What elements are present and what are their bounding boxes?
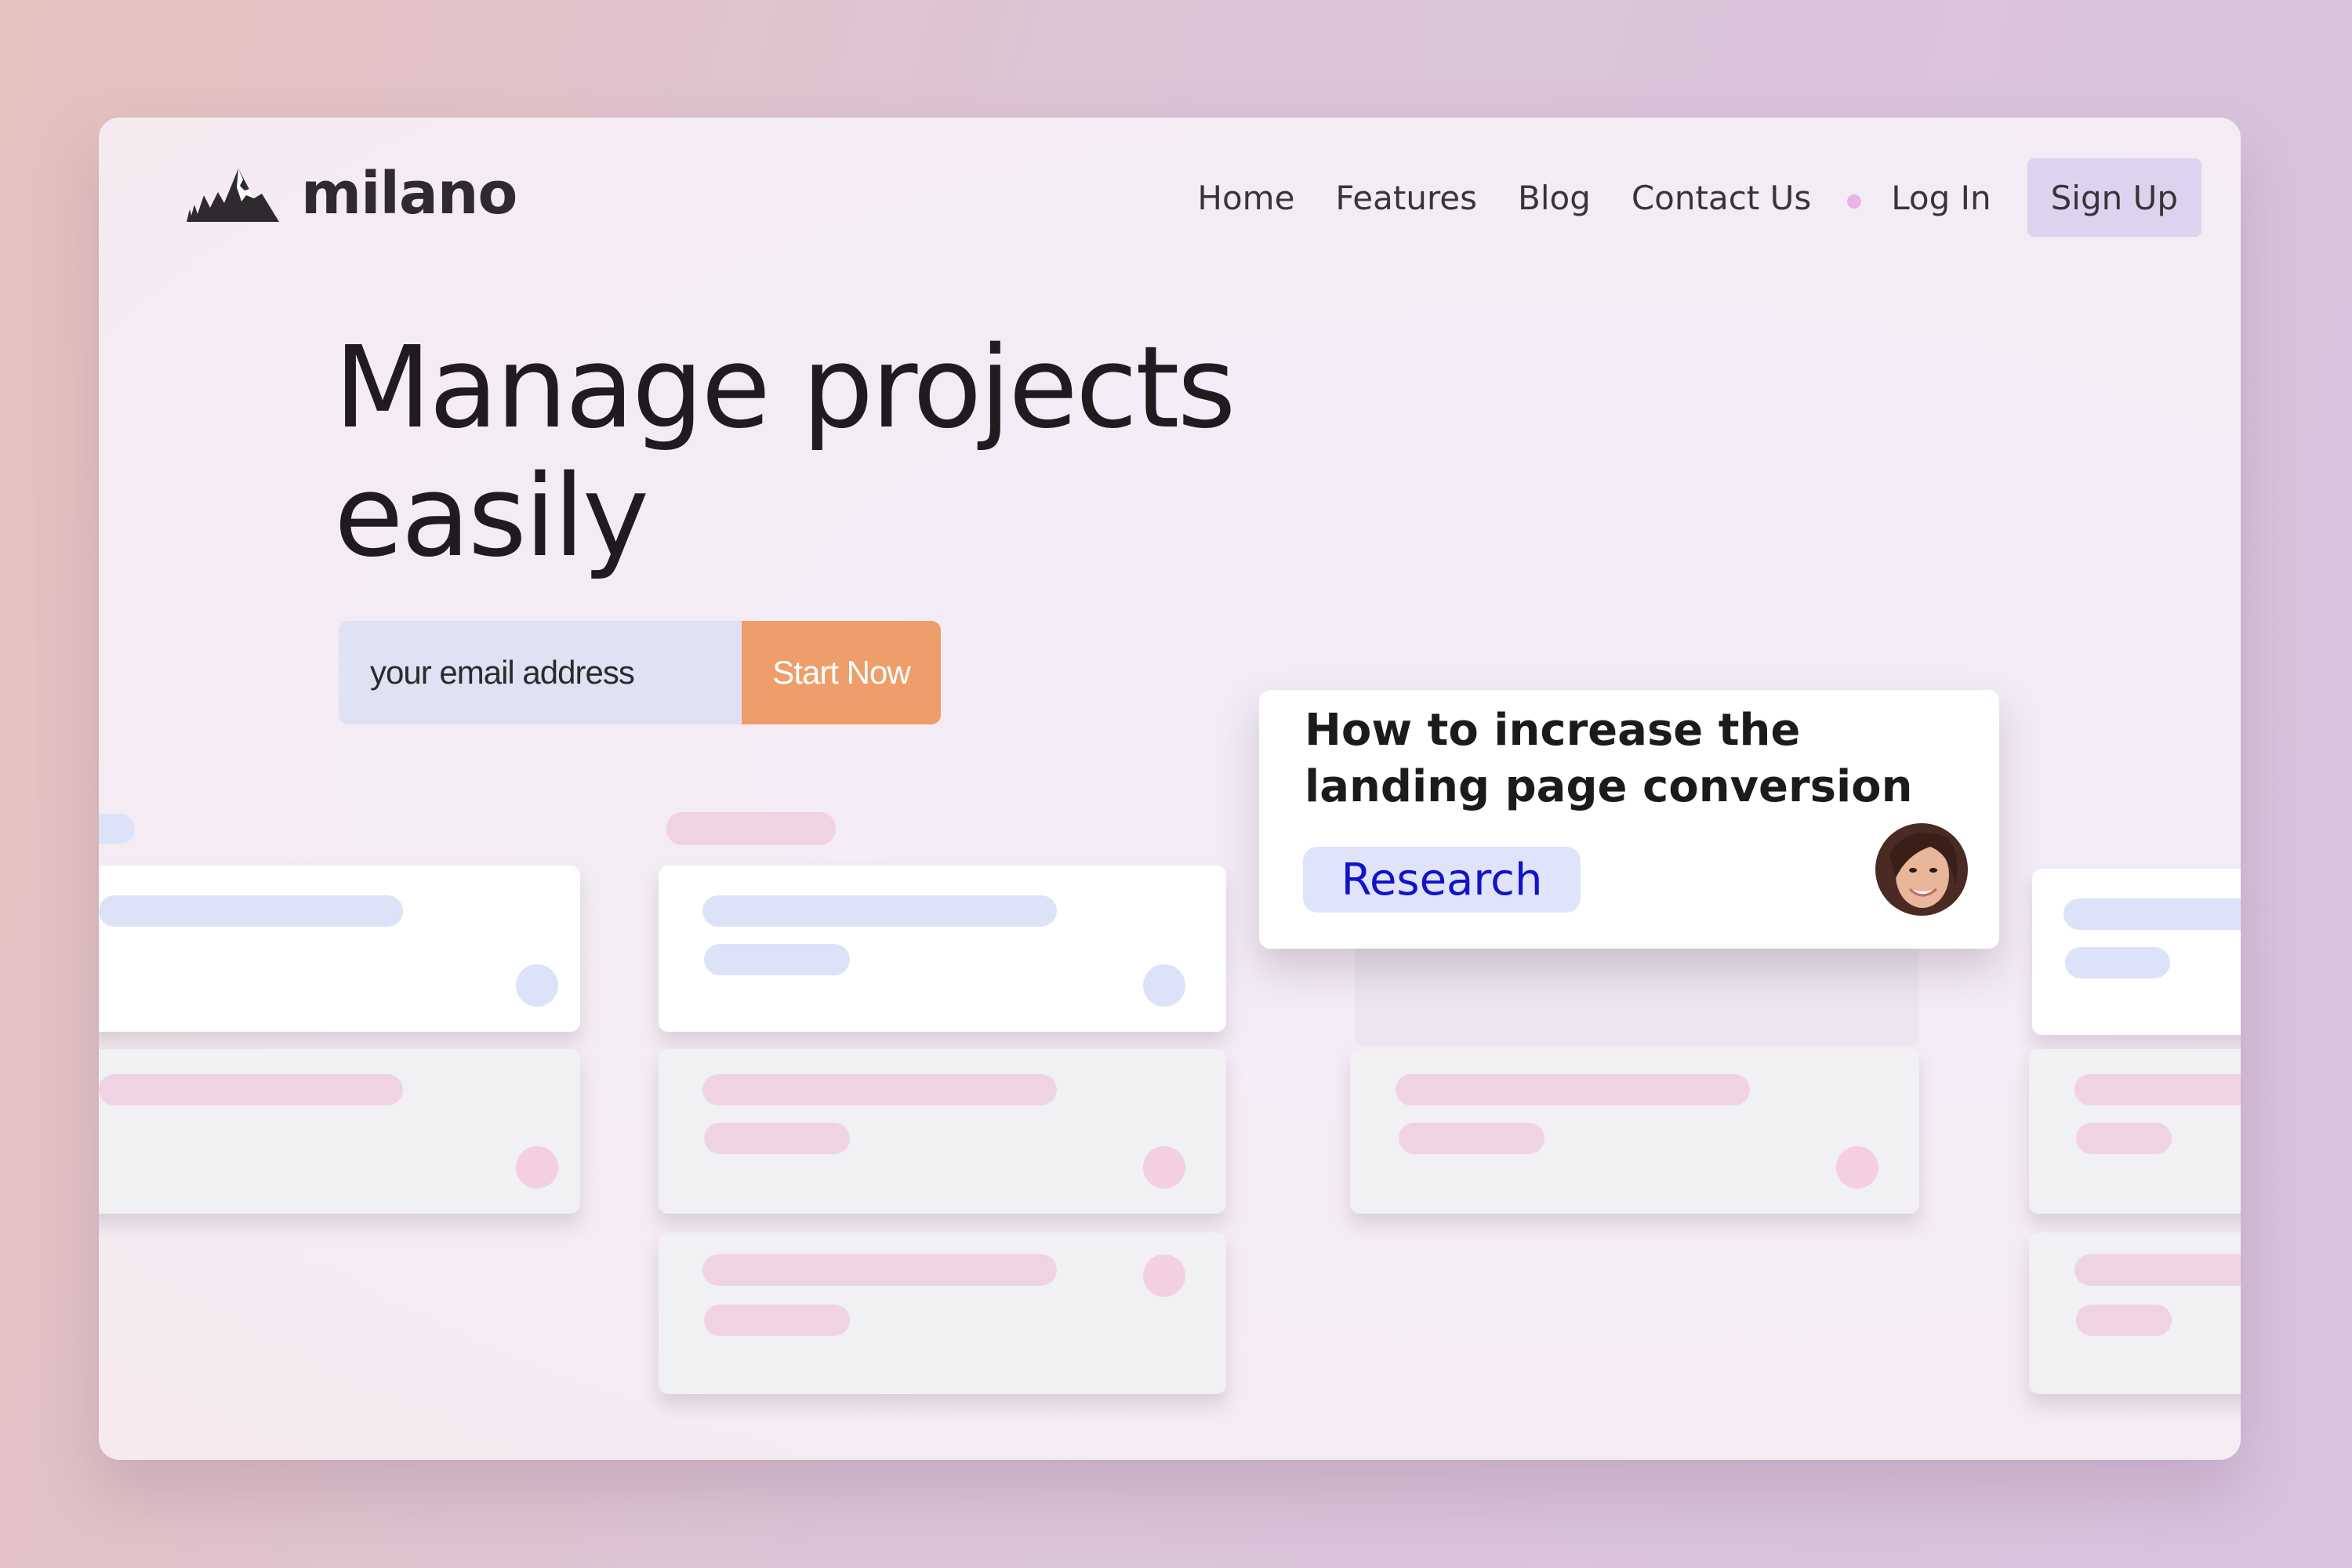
drag-placeholder-slot <box>1355 933 1919 1046</box>
main-navigation: Home Features Blog Contact Us Log In Sig… <box>1197 158 2201 237</box>
nav-features-link[interactable]: Features <box>1335 179 1477 217</box>
card-title-placeholder <box>2074 1254 2241 1286</box>
nav-contact-link[interactable]: Contact Us <box>1632 179 1811 217</box>
card-title-placeholder <box>1396 1074 1750 1105</box>
login-link[interactable]: Log In <box>1891 179 1991 217</box>
card-avatar-placeholder <box>1143 964 1185 1007</box>
nav-blog-link[interactable]: Blog <box>1518 179 1591 217</box>
browser-window: milano Home Features Blog Contact Us Log… <box>99 118 2241 1460</box>
card-subtitle-placeholder <box>704 1123 850 1154</box>
card-subtitle-placeholder <box>704 944 850 975</box>
card-avatar-placeholder <box>516 964 558 1007</box>
card-subtitle-placeholder <box>2065 947 2170 978</box>
card-title-placeholder <box>99 1074 403 1105</box>
brand-name: milano <box>301 160 517 227</box>
kanban-card[interactable] <box>1350 1049 1919 1214</box>
mountain-logo-icon <box>187 169 279 222</box>
kanban-card[interactable] <box>659 866 1226 1032</box>
kanban-card[interactable] <box>2029 1232 2241 1394</box>
signup-form: Start Now <box>339 621 941 724</box>
kanban-card[interactable] <box>2032 869 2241 1035</box>
brand-logo[interactable]: milano <box>187 160 517 227</box>
hero-headline: Manage projects easily <box>334 321 1236 582</box>
nav-separator-dot <box>1847 194 1862 209</box>
card-avatar-placeholder <box>1143 1146 1185 1189</box>
card-subtitle-placeholder <box>1399 1123 1544 1154</box>
card-title-placeholder <box>2063 898 2241 930</box>
card-subtitle-placeholder <box>2076 1305 2172 1336</box>
kanban-card[interactable] <box>99 1049 580 1214</box>
featured-task-card[interactable]: How to increase the landing page convers… <box>1259 690 1999 949</box>
column-header-placeholder <box>99 814 135 844</box>
start-now-button[interactable]: Start Now <box>742 621 941 724</box>
card-title-placeholder <box>702 1254 1057 1286</box>
card-title-placeholder <box>2074 1074 2241 1105</box>
card-title-placeholder <box>99 895 403 927</box>
card-subtitle-placeholder <box>2076 1123 2172 1154</box>
kanban-card[interactable] <box>659 1232 1226 1394</box>
kanban-card[interactable] <box>99 866 580 1032</box>
card-avatar-placeholder <box>516 1146 558 1189</box>
card-subtitle-placeholder <box>704 1305 850 1336</box>
research-tag[interactable]: Research <box>1303 847 1581 913</box>
card-avatar-placeholder <box>1836 1146 1878 1189</box>
card-avatar-placeholder <box>1143 1254 1185 1297</box>
column-header-placeholder <box>666 812 836 845</box>
card-title-placeholder <box>702 1074 1057 1105</box>
signup-button[interactable]: Sign Up <box>2027 158 2201 237</box>
user-avatar-icon[interactable] <box>1875 823 1968 916</box>
kanban-card[interactable] <box>2029 1049 2241 1214</box>
kanban-card[interactable] <box>659 1049 1226 1214</box>
card-title-placeholder <box>702 895 1057 927</box>
nav-home-link[interactable]: Home <box>1197 179 1294 217</box>
task-card-title: How to increase the landing page convers… <box>1305 705 1913 812</box>
email-input[interactable] <box>339 621 742 724</box>
